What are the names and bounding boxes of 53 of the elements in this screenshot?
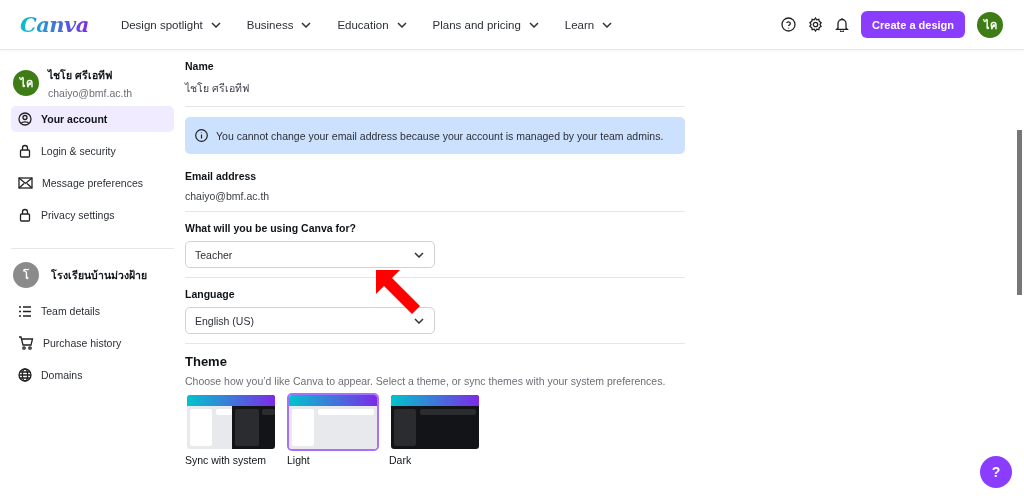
sidebar-item[interactable]: Login & security — [11, 138, 174, 164]
settings-icon[interactable] — [808, 17, 824, 32]
usage-dropdown[interactable]: Teacher — [185, 241, 435, 268]
nav-menu-item[interactable]: Education — [331, 14, 413, 35]
scrollbar-thumb[interactable] — [1017, 130, 1022, 295]
language-dropdown[interactable]: English (US) — [185, 307, 435, 334]
info-icon — [195, 129, 208, 142]
team-name: โรงเรียนบ้านม่วงฝ้าย — [51, 267, 147, 283]
nav-menu-item[interactable]: Learn — [558, 14, 619, 35]
field-label: Name — [185, 60, 215, 72]
globe-icon — [18, 368, 32, 382]
name-value: ไชโย ศรีเอทีฟ — [185, 81, 250, 96]
envelope-icon — [18, 177, 33, 189]
help-button[interactable]: ? — [980, 456, 1012, 488]
theme-option[interactable]: Sync with system — [185, 393, 277, 466]
list-icon — [18, 304, 32, 318]
user-avatar: ไค — [13, 70, 39, 96]
profile-name: ไชโย ศรีเอทีฟ — [48, 68, 113, 83]
team-avatar: โ — [13, 262, 39, 288]
field-label: Email address — [185, 170, 258, 182]
info-message: You cannot change your email address because your account is managed by your team admins. — [216, 129, 664, 142]
lock-icon — [18, 208, 32, 222]
nav-menu-item[interactable]: Design spotlight — [114, 14, 227, 35]
nav-menu-item[interactable]: Plans and pricing — [426, 14, 545, 35]
field-label: Language — [185, 288, 236, 300]
user-circle-icon — [18, 112, 32, 126]
sidebar-item[interactable]: Your account — [11, 106, 174, 132]
chevron-down-icon — [528, 21, 539, 28]
chevron-down-icon — [414, 251, 424, 258]
theme-option[interactable]: Light — [287, 393, 379, 466]
sidebar-item[interactable]: Message preferences — [11, 170, 174, 196]
chevron-down-icon — [602, 21, 613, 28]
section-description: Choose how you’d like Canva to appear. Select a theme, or sync themes with your system preferences. — [185, 375, 667, 387]
help-icon[interactable] — [781, 17, 797, 32]
create-design-button[interactable]: Create a design — [861, 11, 965, 38]
bell-icon[interactable] — [835, 17, 850, 32]
chevron-down-icon — [301, 21, 312, 28]
field-label: What will you be using Canva for? — [185, 222, 357, 234]
sidebar-item[interactable]: Privacy settings — [11, 202, 174, 228]
sidebar-item[interactable]: Purchase history — [11, 330, 174, 356]
chevron-down-icon — [396, 21, 407, 28]
sidebar-item[interactable]: Team details — [11, 298, 174, 324]
sidebar-item[interactable]: Domains — [11, 362, 174, 388]
profile-email: chaiyo@bmf.ac.th — [48, 87, 133, 99]
theme-option[interactable]: Dark — [389, 393, 481, 466]
cart-icon — [18, 336, 34, 350]
chevron-down-icon — [414, 317, 424, 324]
nav-menu-item[interactable]: Business — [240, 14, 318, 35]
lock-icon — [18, 144, 32, 158]
chevron-down-icon — [210, 21, 221, 28]
user-avatar[interactable]: ไค — [977, 11, 1003, 38]
email-value: chaiyo@bmf.ac.th — [185, 190, 271, 202]
section-title: Theme — [185, 354, 228, 369]
